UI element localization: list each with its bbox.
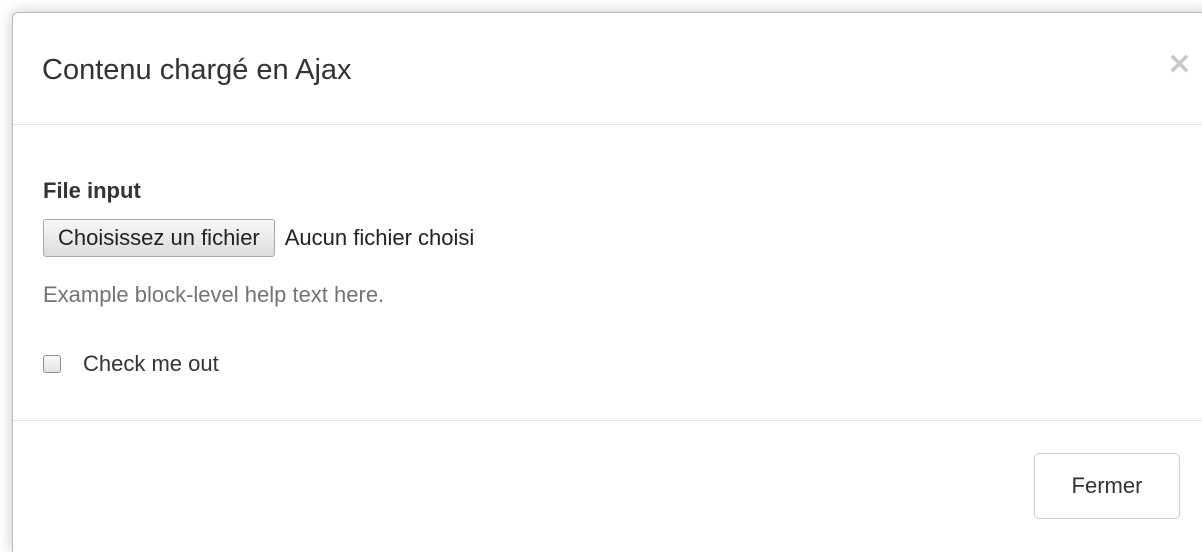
modal-header: Contenu chargé en Ajax × <box>13 13 1202 125</box>
file-status-text: Aucun fichier choisi <box>284 225 475 250</box>
close-button[interactable]: Fermer <box>1034 453 1180 519</box>
choose-file-button[interactable]: Choisissez un fichier <box>43 219 275 257</box>
close-icon[interactable]: × <box>1167 49 1192 79</box>
modal-title: Contenu chargé en Ajax <box>42 54 352 86</box>
modal-dialog: Contenu chargé en Ajax × File input Choi… <box>12 12 1202 552</box>
help-text: Example block-level help text here. <box>43 282 385 307</box>
file-input: Choisissez un fichier Aucun fichier choi… <box>43 219 474 257</box>
check-me-out-checkbox[interactable] <box>43 355 61 373</box>
file-input-label: File input <box>43 178 141 203</box>
checkbox-label[interactable]: Check me out <box>83 351 219 377</box>
checkbox-row: Check me out <box>43 351 219 377</box>
modal-footer: Fermer <box>13 421 1202 551</box>
modal-body: File input Choisissez un fichier Aucun f… <box>13 125 1202 421</box>
